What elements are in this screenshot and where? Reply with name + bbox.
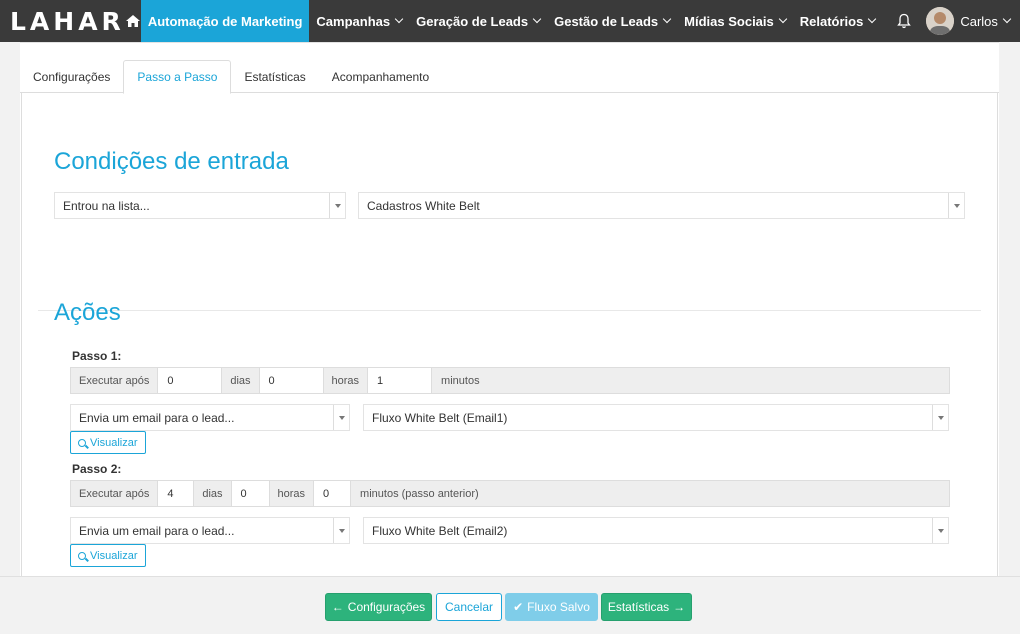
back-configuracoes-button[interactable]: ← Configurações xyxy=(325,593,432,621)
step-1-minutes-input[interactable]: 1 xyxy=(368,368,433,393)
execute-after-label: Executar após xyxy=(71,368,159,393)
top-navbar: LAHAR Automação de Marketing Campanhas G… xyxy=(0,0,1020,42)
section-divider xyxy=(38,310,981,311)
step-2-timing: Executar após 4 dias 0 horas 0 minutos (… xyxy=(70,480,950,507)
step-2-days-input[interactable]: 4 xyxy=(158,481,195,506)
main-content: Configurações Passo a Passo Estatísticas… xyxy=(20,42,999,576)
tab-acompanhamento[interactable]: Acompanhamento xyxy=(319,60,442,93)
minutes-label: minutos xyxy=(432,368,949,393)
hours-label: horas xyxy=(323,368,369,393)
user-menu[interactable]: Carlos xyxy=(960,14,1012,29)
tab-estatisticas[interactable]: Estatísticas xyxy=(231,60,318,93)
entry-condition-select[interactable]: Entrou na lista... xyxy=(54,192,346,219)
step-1-timing: Executar após 0 dias 0 horas 1 minutos xyxy=(70,367,950,394)
footer-action-bar: ← Configurações Cancelar ✔ Fluxo Salvo Est… xyxy=(0,576,1020,634)
nav-automacao-marketing[interactable]: Automação de Marketing xyxy=(140,0,310,42)
step-1-email-select[interactable]: Fluxo White Belt (Email1) xyxy=(363,404,949,431)
tab-passo-a-passo[interactable]: Passo a Passo xyxy=(123,60,232,94)
minutes-label: minutos (passo anterior) xyxy=(351,481,949,506)
arrow-right-icon: → xyxy=(673,600,686,614)
step-2-minutes-input[interactable]: 0 xyxy=(314,481,352,506)
tab-configuracoes[interactable]: Configurações xyxy=(20,60,123,93)
step-2-hours-input[interactable]: 0 xyxy=(231,481,270,506)
step-2-view-button[interactable]: Visualizar xyxy=(70,544,146,567)
execute-after-label: Executar após xyxy=(71,481,159,506)
chevron-down-icon xyxy=(394,14,404,24)
step-2-action-select[interactable]: Envia um email para o lead... xyxy=(70,517,350,544)
next-estatisticas-button[interactable]: Estatísticas → xyxy=(601,593,692,621)
dropdown-arrow-icon xyxy=(333,518,349,543)
days-label: dias xyxy=(222,368,260,393)
arrow-left-icon: ← xyxy=(331,600,344,614)
dropdown-arrow-icon xyxy=(932,405,948,430)
chevron-down-icon xyxy=(662,14,672,24)
step-1-view-button[interactable]: Visualizar xyxy=(70,431,146,454)
bell-icon[interactable] xyxy=(882,13,926,29)
flow-saved-button[interactable]: ✔ Fluxo Salvo xyxy=(505,593,598,621)
nav-campanhas[interactable]: Campanhas xyxy=(309,0,409,42)
step-2-label: Passo 2: xyxy=(72,462,122,476)
dropdown-arrow-icon xyxy=(333,405,349,430)
nav-relatorios[interactable]: Relatórios xyxy=(793,0,883,42)
nav-gestao-leads[interactable]: Gestão de Leads xyxy=(547,0,677,42)
nav-midias-sociais[interactable]: Mídias Sociais xyxy=(677,0,793,42)
dropdown-arrow-icon xyxy=(329,193,345,218)
step-1-hours-input[interactable]: 0 xyxy=(259,368,324,393)
divider xyxy=(20,42,999,43)
nav-geracao-leads[interactable]: Geração de Leads xyxy=(409,0,547,42)
check-icon: ✔ xyxy=(513,600,524,614)
step-1-days-input[interactable]: 0 xyxy=(158,368,223,393)
search-icon xyxy=(78,438,86,447)
chevron-down-icon xyxy=(532,14,542,24)
avatar[interactable] xyxy=(926,7,955,35)
days-label: dias xyxy=(194,481,232,506)
hours-label: horas xyxy=(269,481,315,506)
home-icon[interactable] xyxy=(125,0,141,42)
chevron-down-icon xyxy=(778,14,787,24)
dropdown-arrow-icon xyxy=(948,193,964,218)
entry-list-select[interactable]: Cadastros White Belt xyxy=(358,192,965,219)
entry-conditions-title: Condições de entrada xyxy=(54,148,289,175)
step-1-label: Passo 1: xyxy=(72,349,122,363)
brand-logo[interactable]: LAHAR xyxy=(0,0,125,42)
tab-panel: Condições de entrada Entrou na lista... … xyxy=(21,93,998,576)
chevron-down-icon xyxy=(868,14,877,24)
cancel-button[interactable]: Cancelar xyxy=(436,593,502,621)
step-2-email-select[interactable]: Fluxo White Belt (Email2) xyxy=(363,517,949,544)
actions-title: Ações xyxy=(54,299,121,326)
step-1-action-select[interactable]: Envia um email para o lead... xyxy=(70,404,350,431)
dropdown-arrow-icon xyxy=(932,518,948,543)
tab-bar: Configurações Passo a Passo Estatísticas… xyxy=(20,60,999,94)
chevron-down-icon xyxy=(1002,14,1012,24)
search-icon xyxy=(78,551,86,560)
